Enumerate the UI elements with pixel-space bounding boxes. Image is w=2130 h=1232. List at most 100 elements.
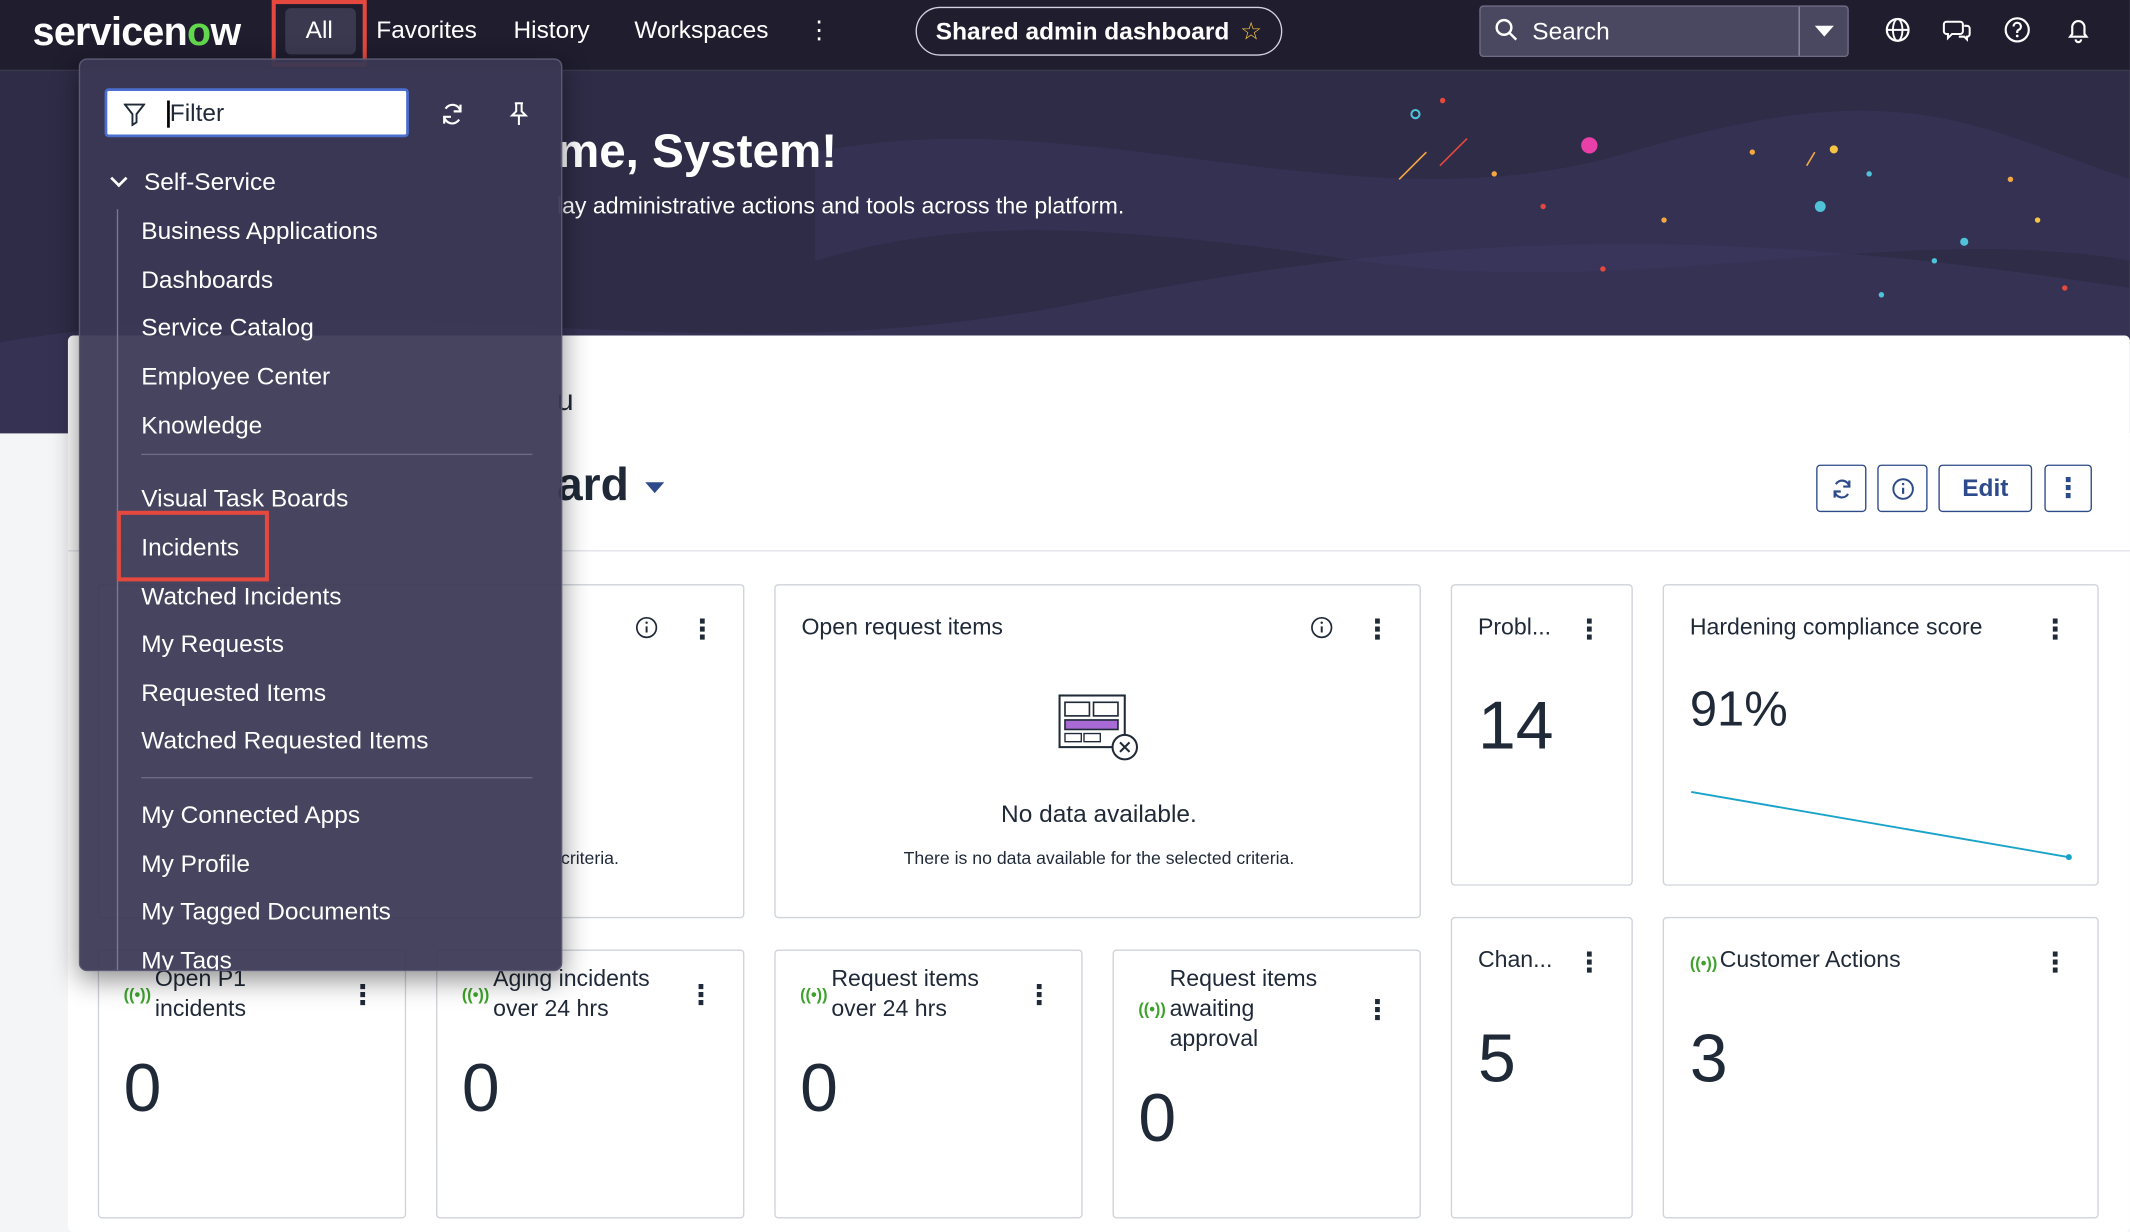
shared-dashboard-pill[interactable]: Shared admin dashboard ☆ [915, 6, 1283, 56]
score-value: 0 [123, 1050, 162, 1127]
live-indicator-icon: ((•)) [800, 984, 828, 1004]
widget-request-items-24hrs: ((•)) Request items over 24 hrs ⋮ 0 [774, 949, 1083, 1219]
card-title: Probl... [1477, 613, 1552, 640]
dashboard-info-button[interactable] [1877, 464, 1928, 513]
global-search[interactable]: Search [1479, 5, 1849, 58]
widget-aging-incidents: ((•)) Aging incidents over 24 hrs ⋮ 0 [436, 949, 745, 1219]
score-value: 0 [1138, 1079, 1177, 1156]
search-label: Search [1532, 17, 1610, 45]
info-icon[interactable] [1309, 615, 1333, 639]
hero-subtitle: lay administrative actions and tools acr… [556, 192, 1125, 219]
live-indicator-icon: ((•)) [1689, 953, 1718, 973]
card-menu-icon[interactable]: ⋮ [349, 978, 376, 1012]
empty-state-illustration-icon [1058, 694, 1138, 761]
nav-workspaces[interactable]: Workspaces [634, 16, 768, 45]
search-scope-dropdown-icon[interactable] [1814, 25, 1834, 37]
menu-item-my-tagged-documents[interactable]: My Tagged Documents [141, 898, 391, 927]
menu-item-watched-requested-items[interactable]: Watched Requested Items [141, 727, 428, 756]
search-icon [1495, 18, 1518, 41]
hero-title: me, System! [556, 124, 838, 178]
card-title: Open P1 incidents [154, 965, 247, 1022]
menu-item-watched-incidents[interactable]: Watched Incidents [141, 583, 341, 612]
menu-item-knowledge[interactable]: Knowledge [141, 412, 262, 441]
menu-item-my-connected-apps[interactable]: My Connected Apps [141, 801, 360, 830]
refresh-icon [1832, 478, 1850, 498]
card-menu-icon[interactable]: ⋮ [1026, 978, 1053, 1012]
chat-icon[interactable] [1942, 15, 1973, 45]
chevron-down-icon [110, 169, 128, 188]
menu-filter-input[interactable]: Filter [104, 88, 409, 138]
dashboard-more-icon[interactable]: ⋮ [2044, 464, 2092, 513]
refresh-icon[interactable] [439, 101, 466, 128]
no-data-caption: There is no data available for the selec… [903, 847, 1295, 869]
live-indicator-icon: ((•)) [461, 984, 490, 1004]
card-menu-icon[interactable]: ⋮ [687, 978, 714, 1012]
score-value: 91% [1689, 680, 1788, 737]
more-menu-icon[interactable]: ⋮ [807, 16, 831, 45]
menu-item-my-tags[interactable]: My Tags [141, 947, 232, 970]
search-divider [1798, 6, 1800, 56]
menu-separator [141, 777, 533, 779]
widget-request-items-awaiting-approval: ((•)) Request items awaiting approval ⋮ 0 [1112, 949, 1421, 1219]
widget-changes: Chan... ⋮ 5 [1450, 916, 1633, 1219]
widget-problems: Probl... ⋮ 14 [1450, 584, 1633, 886]
dashboard-switcher-caret-icon[interactable] [645, 482, 665, 494]
card-title: Request items awaiting approval [1169, 965, 1318, 1052]
globe-icon[interactable] [1883, 15, 1913, 45]
score-value: 3 [1689, 1020, 1728, 1097]
score-value: 5 [1477, 1020, 1516, 1097]
card-title: Aging incidents over 24 hrs [493, 965, 650, 1022]
live-indicator-icon: ((•)) [123, 984, 152, 1004]
card-title: Chan... [1477, 946, 1553, 973]
filter-icon [123, 103, 146, 127]
card-menu-icon[interactable]: ⋮ [1576, 613, 1603, 647]
menu-item-business-applications[interactable]: Business Applications [141, 217, 378, 246]
widget-open-request-items: Open request items ⋮ No data available. … [774, 584, 1421, 919]
card-menu-icon[interactable]: ⋮ [2042, 613, 2069, 647]
live-indicator-icon: ((•)) [1138, 999, 1166, 1019]
info-icon[interactable] [634, 615, 658, 639]
menu-item-my-profile[interactable]: My Profile [141, 850, 250, 879]
info-icon [1891, 477, 1914, 500]
widget-hardening-compliance: Hardening compliance score ⋮ 91% [1662, 584, 2099, 886]
pin-icon[interactable] [505, 101, 532, 128]
menu-section-self-service[interactable]: Self-Service [110, 168, 276, 197]
card-title: Hardening compliance score [1689, 613, 1983, 640]
card-menu-icon[interactable]: ⋮ [689, 613, 716, 647]
no-data-heading: No data available. [1001, 800, 1197, 828]
help-icon[interactable] [2002, 15, 2032, 45]
menu-item-visual-task-boards[interactable]: Visual Task Boards [141, 485, 348, 514]
page: me, System! lay administrative actions a… [0, 0, 2130, 1232]
card-title: Open request items [801, 613, 1003, 640]
menu-separator [141, 453, 533, 456]
widget-customer-actions: ((•)) Customer Actions ⋮ 3 [1662, 916, 2099, 1219]
card-menu-icon[interactable]: ⋮ [2042, 945, 2069, 979]
score-value: 0 [461, 1050, 500, 1127]
refresh-dashboard-button[interactable] [1816, 464, 1867, 513]
menu-item-service-catalog[interactable]: Service Catalog [141, 314, 314, 343]
servicenow-logo[interactable]: servicenow [33, 11, 241, 56]
card-title: Request items over 24 hrs [831, 965, 979, 1022]
dashboard-pill-label: Shared admin dashboard [935, 16, 1230, 45]
filter-placeholder: Filter [169, 99, 225, 127]
incidents-highlight-box [116, 510, 269, 582]
card-menu-icon[interactable]: ⋮ [1576, 945, 1603, 979]
no-data-caption: criteria. [561, 847, 619, 869]
menu-item-my-requests[interactable]: My Requests [141, 630, 284, 659]
score-value: 14 [1477, 687, 1554, 764]
menu-item-requested-items[interactable]: Requested Items [141, 679, 326, 708]
widget-open-p1-incidents: ((•)) Open P1 incidents ⋮ 0 [97, 949, 407, 1219]
card-title: Customer Actions [1719, 946, 1901, 973]
star-icon[interactable]: ☆ [1240, 17, 1262, 46]
card-menu-icon[interactable]: ⋮ [1364, 613, 1391, 647]
bell-icon[interactable] [2063, 15, 2093, 45]
card-menu-icon[interactable]: ⋮ [1364, 993, 1391, 1027]
score-value: 0 [800, 1050, 838, 1127]
menu-item-employee-center[interactable]: Employee Center [141, 363, 330, 392]
nav-favorites[interactable]: Favorites [376, 16, 477, 45]
nav-history[interactable]: History [513, 16, 589, 45]
menu-item-dashboards[interactable]: Dashboards [141, 266, 273, 295]
edit-dashboard-button[interactable]: Edit [1938, 464, 2033, 513]
trend-sparkline [1691, 791, 2072, 861]
menu-tree-line [116, 209, 119, 970]
